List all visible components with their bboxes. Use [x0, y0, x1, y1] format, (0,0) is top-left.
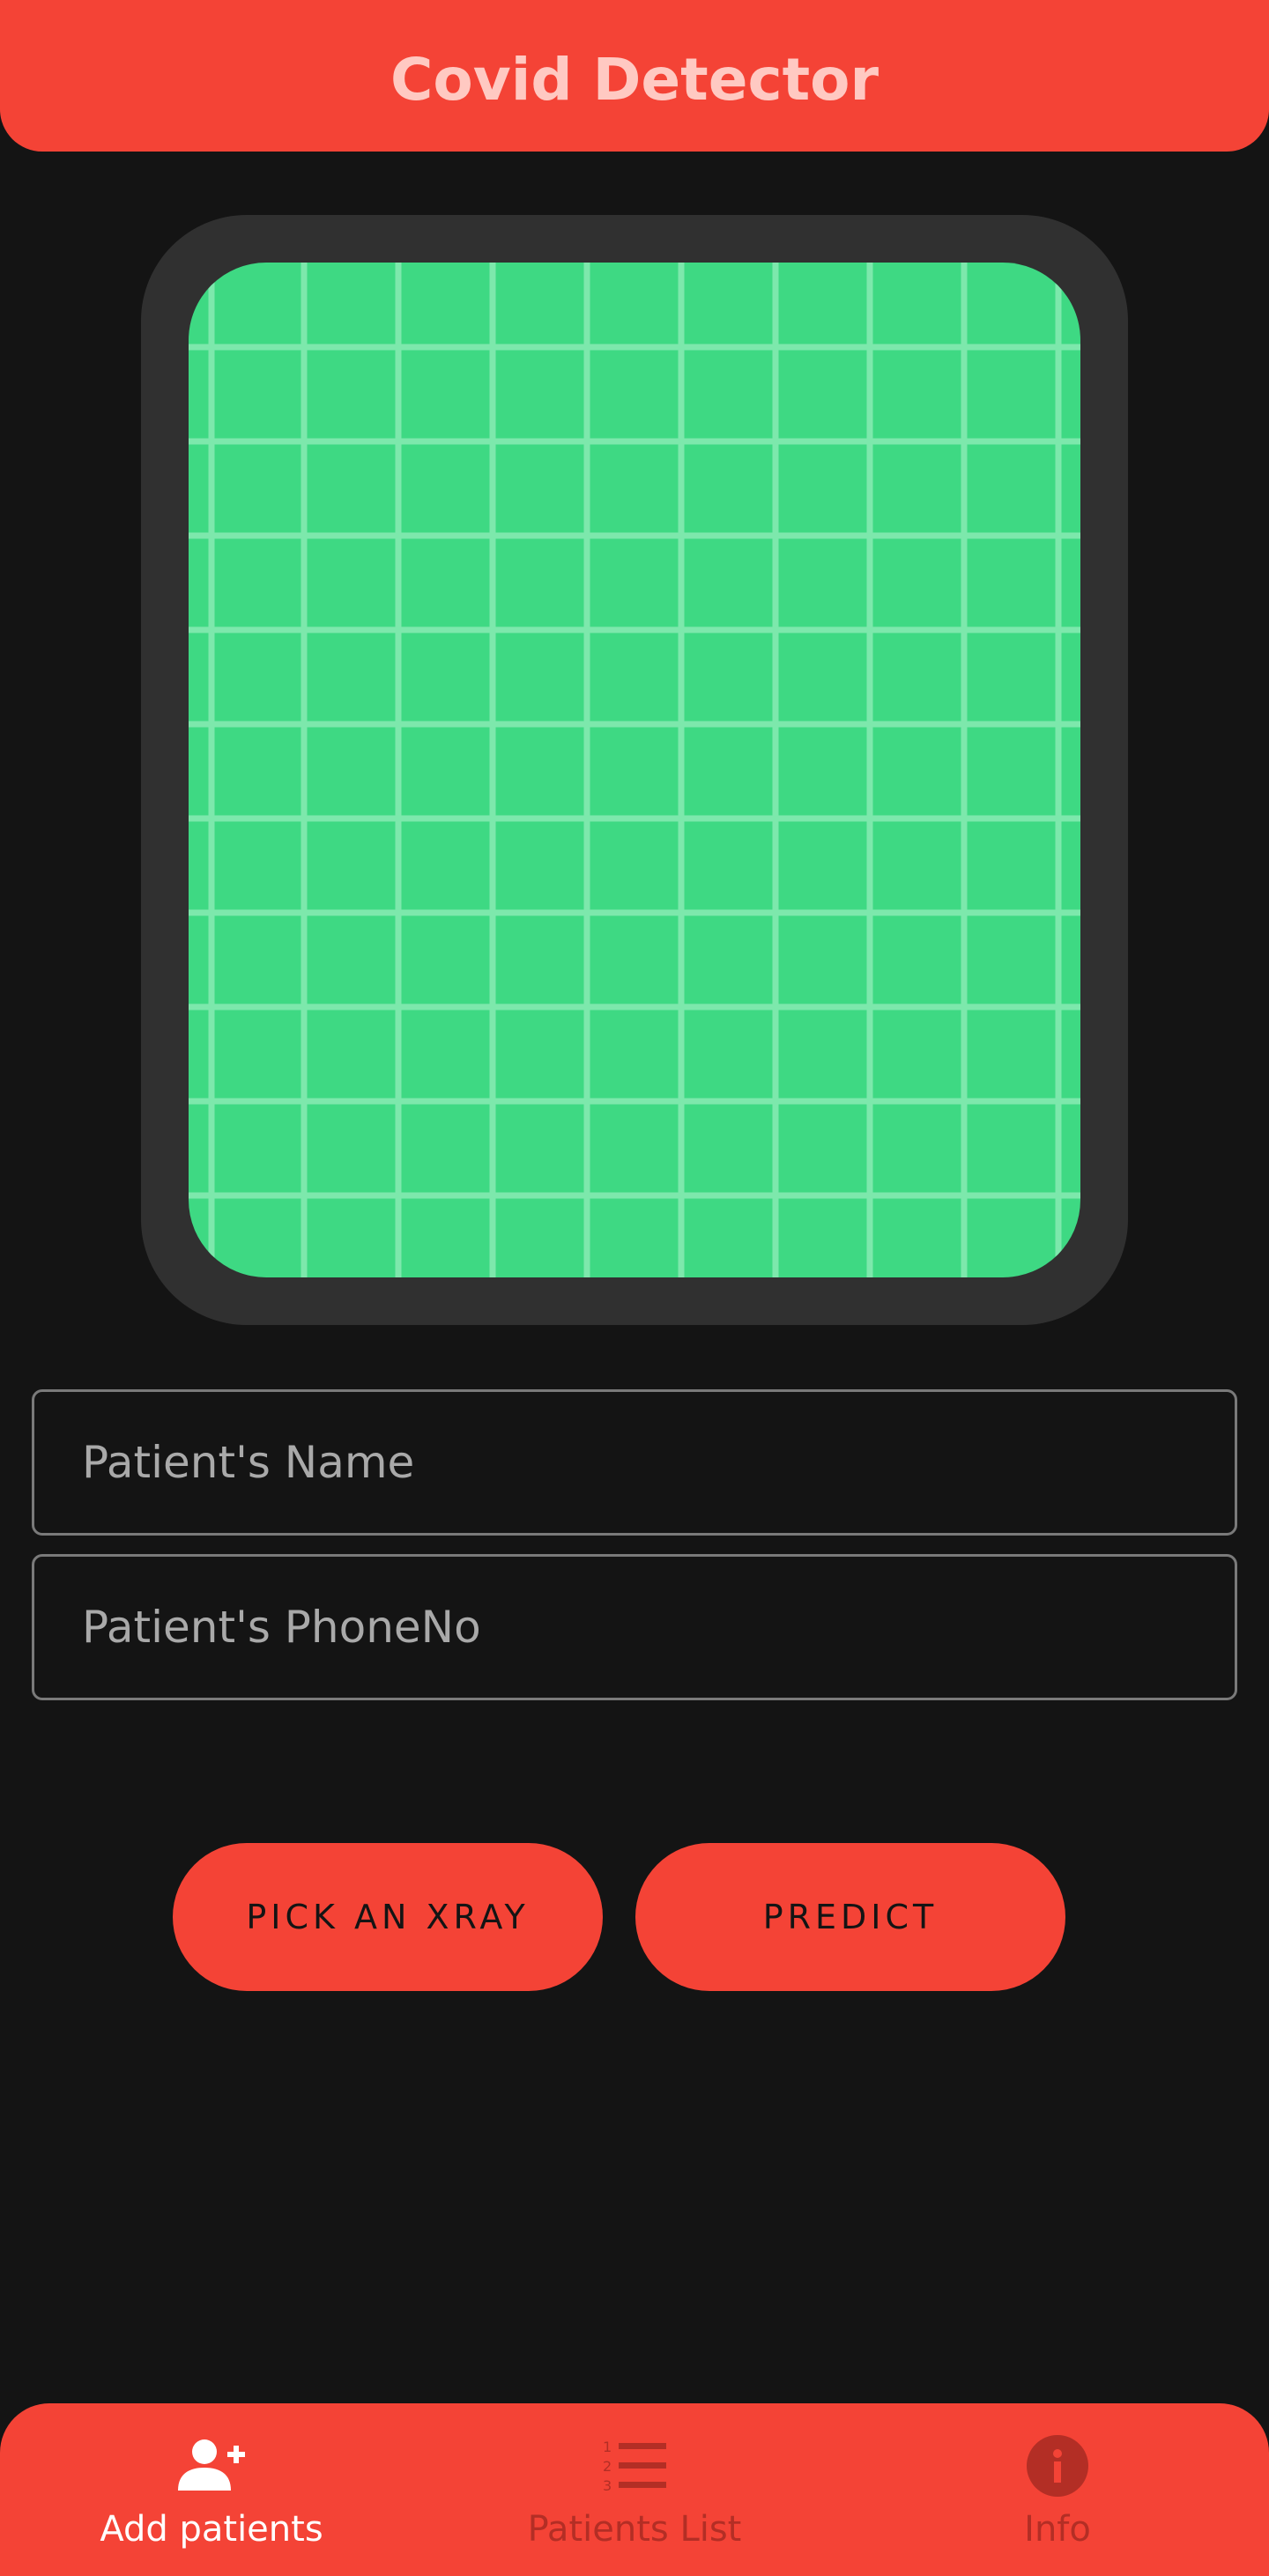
app-bar: Covid Detector	[0, 0, 1269, 152]
nav-item-patients-list[interactable]: 1 2 3 Patients List	[423, 2403, 846, 2576]
svg-text:1: 1	[603, 2439, 612, 2455]
svg-text:2: 2	[603, 2458, 612, 2475]
patient-name-field[interactable]	[32, 1389, 1237, 1536]
nav-item-add-patients[interactable]: Add patients	[0, 2403, 423, 2576]
patient-phone-input[interactable]	[82, 1602, 1235, 1653]
xray-image-frame	[141, 215, 1128, 1325]
nav-label-patients-list: Patients List	[527, 2509, 742, 2550]
nav-label-info: Info	[1024, 2509, 1091, 2550]
nav-label-add-patients: Add patients	[100, 2509, 323, 2550]
info-icon	[1020, 2435, 1095, 2497]
patient-name-input[interactable]	[82, 1437, 1235, 1488]
xray-image-placeholder	[189, 263, 1080, 1277]
grid-pattern	[189, 263, 1080, 1277]
app-title: Covid Detector	[390, 45, 879, 114]
patient-phone-field[interactable]	[32, 1554, 1237, 1700]
numbered-list-icon: 1 2 3	[597, 2435, 672, 2497]
add-person-icon	[174, 2435, 249, 2497]
nav-item-info[interactable]: Info	[846, 2403, 1269, 2576]
predict-button[interactable]: PREDICT	[635, 1843, 1065, 1991]
svg-text:3: 3	[603, 2477, 612, 2494]
pick-xray-button[interactable]: PICK AN XRAY	[173, 1843, 603, 1991]
bottom-nav: Add patients 1 2 3 Patients List Info	[0, 2403, 1269, 2576]
